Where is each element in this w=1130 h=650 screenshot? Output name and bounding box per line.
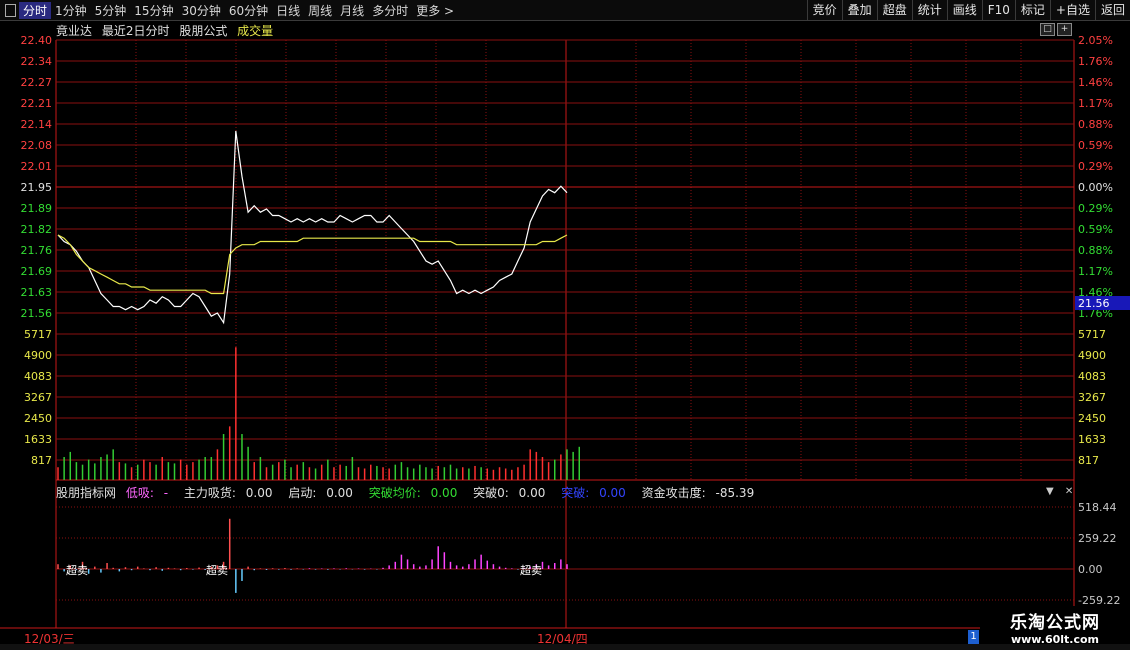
pct-tick-label: 2.05% — [1078, 34, 1113, 47]
indicator-label: 资金攻击度: — [641, 486, 706, 500]
intraday-chart[interactable]: 22.40 2.05% 22.34 1.76% 22.27 1.46% 22.21 1.17%… — [0, 0, 1130, 650]
volume-tick-label-right: 1633 — [1078, 433, 1106, 446]
indicator-item-gongjidu: 资金攻击度: -85.39 — [642, 486, 761, 500]
current-price-label: 21.56 — [1078, 297, 1110, 310]
pct-tick-label: 1.46% — [1078, 76, 1113, 89]
watermark-title: 乐淘公式网 — [1010, 613, 1100, 633]
indicator-tick-label: 259.22 — [1078, 532, 1117, 545]
indicator-item-tupo: 突破: 0.00 — [561, 486, 632, 500]
price-tick-label: 22.40 — [21, 34, 53, 47]
price-tick-label: 22.27 — [21, 76, 53, 89]
price-tick-label: 22.34 — [21, 55, 53, 68]
volume-tick-label: 4900 — [24, 349, 52, 362]
price-line — [57, 130, 568, 325]
pct-tick-label: 1.17% — [1078, 265, 1113, 278]
pct-tick-label: 0.00% — [1078, 181, 1113, 194]
volume-tick-label: 3267 — [24, 391, 52, 404]
volume-tick-label: 1633 — [24, 433, 52, 446]
indicator-label: 突破均价: — [368, 486, 421, 500]
indicator-label: 主力吸货: — [183, 486, 236, 500]
indicator-item-zhuli: 主力吸货: 0.00 — [184, 486, 279, 500]
indicator-label: 突破0: — [473, 486, 509, 500]
volume-tick-label: 817 — [31, 454, 52, 467]
indicator-value: 0.00 — [430, 486, 458, 500]
indicator-item-tupo-junjia: 突破均价: 0.00 — [369, 486, 464, 500]
indicator-label: 突破: — [561, 486, 590, 500]
indicator-label: 启动: — [288, 486, 317, 500]
oversold-marker: 超卖 — [520, 563, 542, 577]
volume-tick-label-right: 2450 — [1078, 412, 1106, 425]
indicator-value: 0.00 — [518, 486, 546, 500]
pct-tick-label: 0.88% — [1078, 244, 1113, 257]
price-tick-label: 22.08 — [21, 139, 53, 152]
indicator-tick-label: 518.44 — [1078, 501, 1117, 514]
pct-tick-label: 0.59% — [1078, 223, 1113, 236]
indicator-label: 低吸: — [125, 486, 154, 500]
close-icon[interactable]: ✕ — [1065, 486, 1073, 497]
price-tick-label: 21.69 — [21, 265, 53, 278]
price-tick-label: 21.89 — [21, 202, 53, 215]
pct-tick-label: 1.76% — [1078, 55, 1113, 68]
price-tick-label: 22.21 — [21, 97, 53, 110]
price-tick-label: 21.82 — [21, 223, 53, 236]
pct-tick-label: 1.17% — [1078, 97, 1113, 110]
indicator-controls: ▼ ✕ — [1046, 486, 1073, 497]
indicator-value: 0.00 — [599, 486, 626, 500]
indicator-header: 股朋指标网 低吸: - 主力吸货: 0.00 启动: 0.00 突破均价: 0.… — [56, 484, 766, 501]
volume-tick-label: 2450 — [24, 412, 52, 425]
volume-tick-label-right: 817 — [1078, 454, 1099, 467]
indicator-value: - — [163, 486, 169, 500]
average-price-line — [57, 234, 568, 295]
volume-tick-label-right: 4083 — [1078, 370, 1106, 383]
price-tick-label: 21.63 — [21, 286, 53, 299]
volume-tick-label-right: 4900 — [1078, 349, 1106, 362]
indicator-item-dixi: 低吸: - — [126, 486, 174, 500]
price-tick-label: 22.01 — [21, 160, 53, 173]
indicator-item-tupo0: 突破0: 0.00 — [473, 486, 551, 500]
pct-tick-label: 0.59% — [1078, 139, 1113, 152]
scroll-marker[interactable]: 1 — [968, 630, 979, 644]
date-axis: 12/03/三 12/04/四 — [0, 628, 1130, 646]
pct-tick-label: 0.29% — [1078, 160, 1113, 173]
indicator-value: 0.00 — [326, 486, 353, 500]
volume-tick-label: 4083 — [24, 370, 52, 383]
indicator-value: -85.39 — [715, 486, 755, 500]
dropdown-icon[interactable]: ▼ — [1046, 486, 1054, 497]
volume-tick-label: 5717 — [24, 328, 52, 341]
status-bar — [0, 644, 1130, 650]
volume-tick-label-right: 5717 — [1078, 328, 1106, 341]
price-tick-label: 21.76 — [21, 244, 53, 257]
price-tick-label: 21.95 — [21, 181, 53, 194]
volume-tick-label-right: 3267 — [1078, 391, 1106, 404]
oversold-marker: 超卖 — [206, 563, 228, 577]
price-tick-label: 21.56 — [21, 307, 53, 320]
price-tick-label: 22.14 — [21, 118, 53, 131]
indicator-value: 0.00 — [245, 486, 273, 500]
pct-tick-label: 0.88% — [1078, 118, 1113, 131]
indicator-item-qidong: 启动: 0.00 — [288, 486, 359, 500]
oversold-marker: 超卖 — [66, 563, 88, 577]
indicator-name: 股朋指标网 — [56, 486, 117, 500]
pct-tick-label: 0.29% — [1078, 202, 1113, 215]
indicator-tick-label: 0.00 — [1078, 563, 1103, 576]
